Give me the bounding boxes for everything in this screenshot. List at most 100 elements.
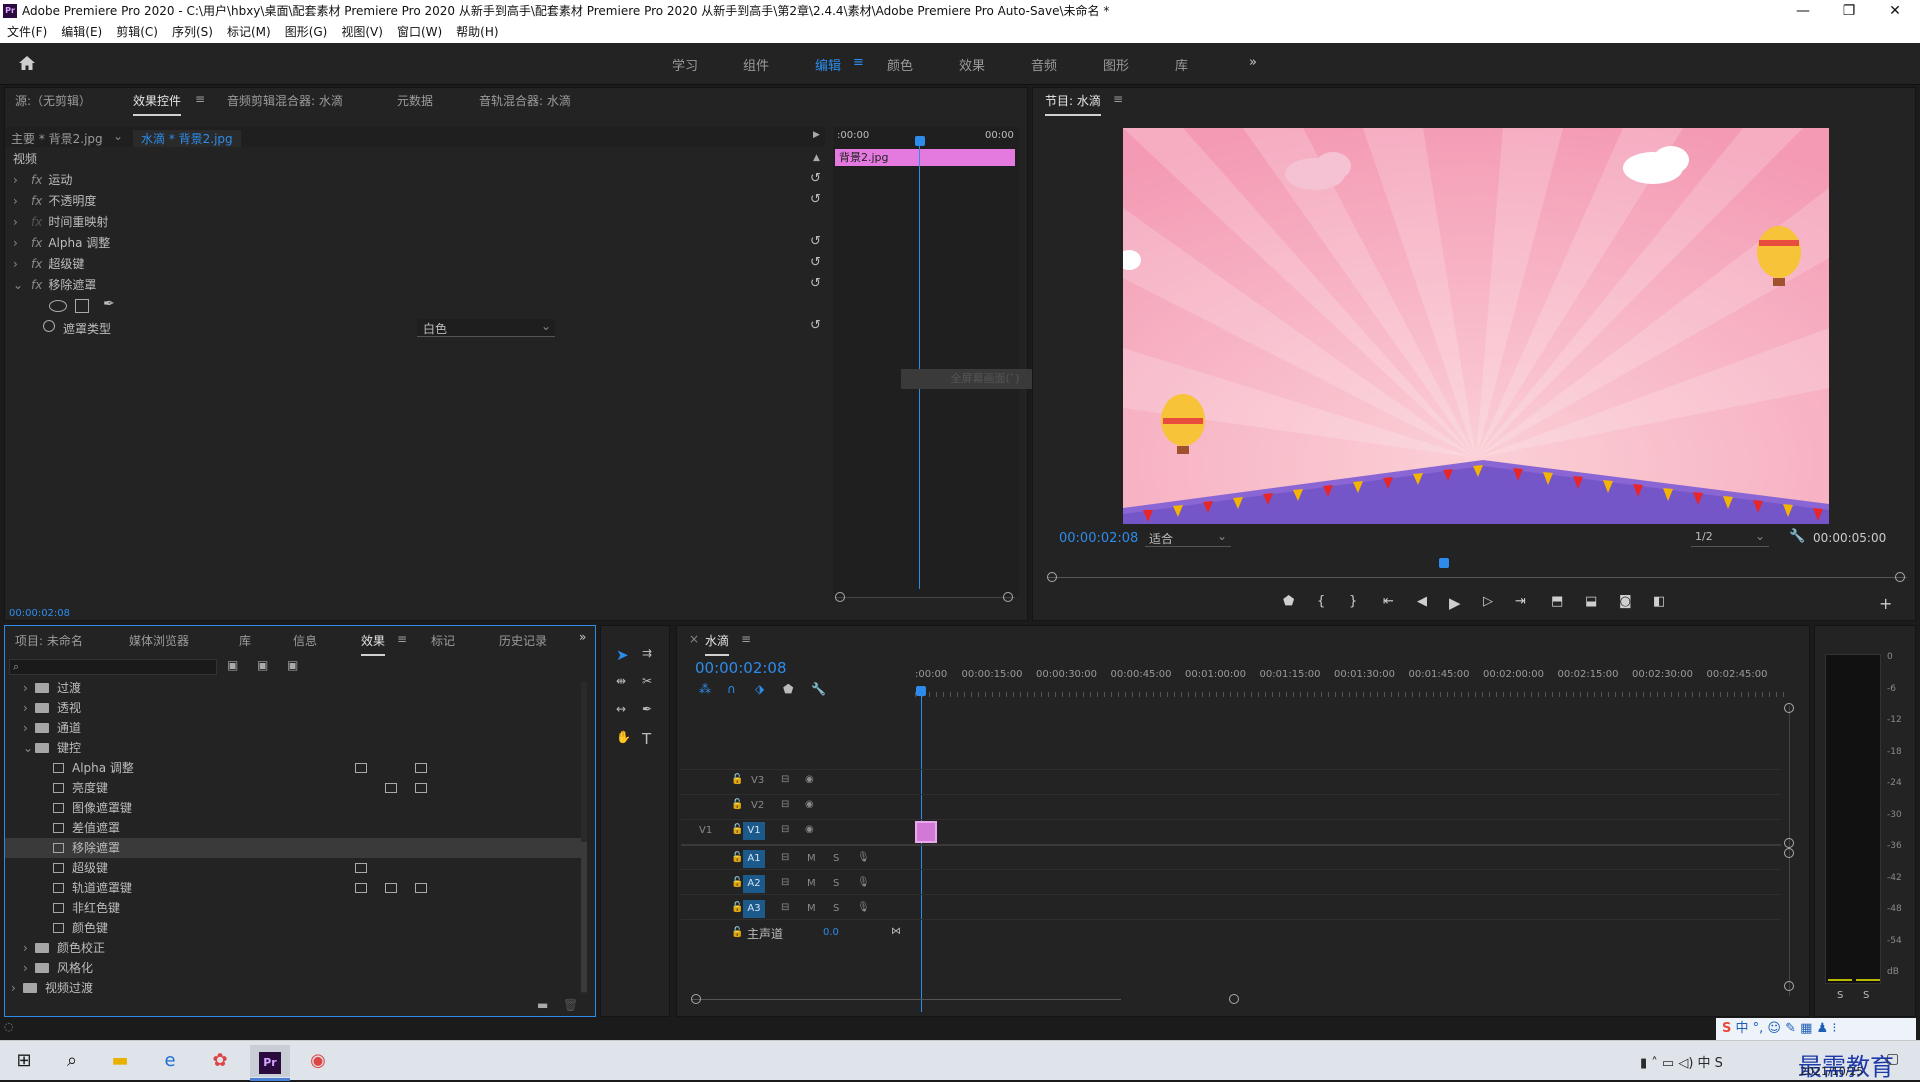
- fx-icon[interactable]: fx: [31, 173, 42, 187]
- tab-audio-clip-mixer[interactable]: 音频剪辑混合器: 水滴: [227, 92, 343, 109]
- microphone-icon[interactable]: 🎙: [857, 902, 870, 913]
- effects-tree-item[interactable]: 非红色键: [5, 898, 581, 918]
- lift-icon[interactable]: ⬒: [1551, 594, 1563, 609]
- chevron-right-icon[interactable]: ›: [23, 678, 35, 698]
- new-folder-icon[interactable]: ▬: [537, 998, 548, 1012]
- app-icon[interactable]: ✿: [200, 1045, 240, 1077]
- snap-icon[interactable]: ∩: [727, 682, 736, 696]
- stopwatch-icon[interactable]: [43, 320, 55, 332]
- go-to-in-icon[interactable]: ⇤: [1383, 594, 1394, 609]
- wrench-icon[interactable]: 🔧: [1789, 529, 1805, 544]
- zoom-fit-dropdown[interactable]: 适合 ⌄: [1145, 529, 1231, 547]
- tray-icons[interactable]: ▮ ˄ ▭ ◁) 中 S: [1640, 1052, 1723, 1071]
- menu-help[interactable]: 帮助(H): [449, 22, 505, 43]
- ec-clip-bar[interactable]: 背景2.jpg: [835, 149, 1015, 166]
- program-zoom-bar[interactable]: [1047, 577, 1907, 578]
- effects-search-input[interactable]: ⌕: [9, 659, 217, 675]
- timeline-zoom-right[interactable]: [1229, 994, 1239, 1004]
- program-zoom-left[interactable]: [1047, 572, 1057, 582]
- tab-project[interactable]: 项目: 未命名: [15, 632, 83, 649]
- windows-start-icon[interactable]: ⊞: [4, 1045, 44, 1077]
- ec-playhead[interactable]: [919, 137, 920, 589]
- tab-libraries[interactable]: 库: [239, 632, 251, 649]
- workspace-more-icon[interactable]: »: [1249, 55, 1257, 70]
- ime-mode[interactable]: 中: [1736, 1021, 1749, 1036]
- source-patch-v1[interactable]: V1: [699, 825, 712, 836]
- solo-button[interactable]: S: [833, 853, 839, 864]
- workspace-effects[interactable]: 效果: [959, 55, 985, 74]
- solo-button[interactable]: S: [833, 878, 839, 889]
- panel-menu-icon[interactable]: ≡: [741, 632, 751, 646]
- sync-lock-icon[interactable]: ⊟: [781, 774, 789, 785]
- export-frame-icon[interactable]: ◙: [1619, 594, 1632, 609]
- mark-out-icon[interactable]: }: [1349, 594, 1357, 609]
- lock-icon[interactable]: 🔓: [731, 877, 743, 888]
- lock-icon[interactable]: 🔓: [731, 927, 743, 938]
- reset-icon[interactable]: ↺: [810, 192, 821, 207]
- file-explorer-icon[interactable]: ▬: [100, 1045, 140, 1077]
- tab-history[interactable]: 历史记录: [499, 632, 547, 649]
- tab-sequence[interactable]: 水滴: [705, 632, 730, 656]
- ec-timecode[interactable]: 00:00:02:08: [9, 608, 70, 619]
- matte-type-dropdown[interactable]: 白色 ⌄: [417, 319, 555, 337]
- 32bit-effects-icon[interactable]: ▣: [257, 658, 268, 672]
- sequence-clip-label[interactable]: 水滴 * 背景2.jpg: [133, 130, 241, 147]
- chevron-right-icon[interactable]: ›: [23, 938, 35, 958]
- mark-in-icon[interactable]: {: [1317, 594, 1325, 609]
- delete-icon[interactable]: 🗑: [563, 998, 578, 1012]
- more-tabs-icon[interactable]: »: [579, 630, 586, 644]
- chevron-right-icon[interactable]: ›: [13, 191, 25, 211]
- menu-marker[interactable]: 标记(M): [220, 22, 278, 43]
- timeline-playhead[interactable]: [921, 692, 922, 1012]
- effects-tree-item[interactable]: › 通道: [5, 718, 581, 738]
- tab-audio-track-mixer[interactable]: 音轨混合器: 水滴: [479, 92, 571, 109]
- lock-icon[interactable]: 🔓: [731, 799, 743, 810]
- effects-tree-item[interactable]: › 风格化: [5, 958, 581, 978]
- lock-icon[interactable]: 🔓: [731, 774, 743, 785]
- timeline-timecode[interactable]: 00:00:02:08: [695, 659, 787, 677]
- step-back-icon[interactable]: ◀: [1417, 594, 1427, 609]
- maximize-button[interactable]: ❐: [1826, 0, 1872, 22]
- mute-button[interactable]: M: [807, 878, 816, 889]
- chevron-right-icon[interactable]: ›: [23, 698, 35, 718]
- ellipse-mask-icon[interactable]: [49, 300, 67, 312]
- sync-lock-icon[interactable]: ⊟: [781, 902, 789, 913]
- vscroll-mid[interactable]: [1784, 838, 1794, 848]
- menu-sequence[interactable]: 序列(S): [165, 22, 220, 43]
- effect-ultra-key[interactable]: › fx 超级键: [13, 254, 84, 274]
- lock-icon[interactable]: 🔓: [731, 824, 743, 835]
- eye-icon[interactable]: ◉: [805, 799, 814, 810]
- eye-icon[interactable]: ◉: [805, 774, 814, 785]
- linked-selection-icon[interactable]: ⬗: [755, 682, 764, 696]
- workspace-audio[interactable]: 音频: [1031, 55, 1057, 74]
- play-icon[interactable]: ▶: [1449, 594, 1461, 612]
- chrome-icon[interactable]: ◉: [298, 1045, 338, 1077]
- master-volume-value[interactable]: 0.0: [823, 927, 839, 938]
- minimize-button[interactable]: —: [1780, 0, 1826, 22]
- ime-icons[interactable]: °, ☺ ✎ ▦ ♟ ⁝: [1753, 1021, 1837, 1036]
- menu-file[interactable]: 文件(F): [0, 22, 54, 43]
- add-marker-icon[interactable]: ⬟: [1283, 594, 1294, 609]
- workspace-learning[interactable]: 学习: [672, 55, 698, 74]
- program-playhead[interactable]: [1439, 558, 1449, 568]
- resolution-dropdown[interactable]: 1/2 ⌄: [1691, 529, 1769, 547]
- effect-remove-matte[interactable]: ⌄ fx 移除遮罩: [13, 275, 96, 295]
- go-to-out-icon[interactable]: ⇥: [1515, 594, 1526, 609]
- sync-lock-icon[interactable]: ⊟: [781, 852, 789, 863]
- tab-info[interactable]: 信息: [293, 632, 317, 649]
- effects-tree-item[interactable]: 差值遮罩: [5, 818, 581, 838]
- scrollbar-thumb[interactable]: [581, 842, 587, 992]
- premiere-taskbar-icon[interactable]: Pr: [250, 1045, 290, 1077]
- effects-tree-item[interactable]: › 颜色校正: [5, 938, 581, 958]
- effects-tree-item[interactable]: 图像遮罩键: [5, 798, 581, 818]
- effect-opacity[interactable]: › fx 不透明度: [13, 191, 96, 211]
- close-sequence-icon[interactable]: ×: [689, 632, 699, 646]
- tab-program[interactable]: 节目: 水滴: [1045, 92, 1101, 116]
- ime-toolbar[interactable]: S 中 °, ☺ ✎ ▦ ♟ ⁝: [1716, 1018, 1916, 1040]
- menu-window[interactable]: 窗口(W): [390, 22, 449, 43]
- chevron-down-icon[interactable]: ⌄: [113, 129, 123, 143]
- effects-tree-item[interactable]: 移除遮罩: [5, 838, 581, 858]
- chevron-down-icon[interactable]: ⌄: [13, 275, 25, 295]
- reset-icon[interactable]: ↺: [810, 255, 821, 270]
- effects-tree-item[interactable]: › 过渡: [5, 678, 581, 698]
